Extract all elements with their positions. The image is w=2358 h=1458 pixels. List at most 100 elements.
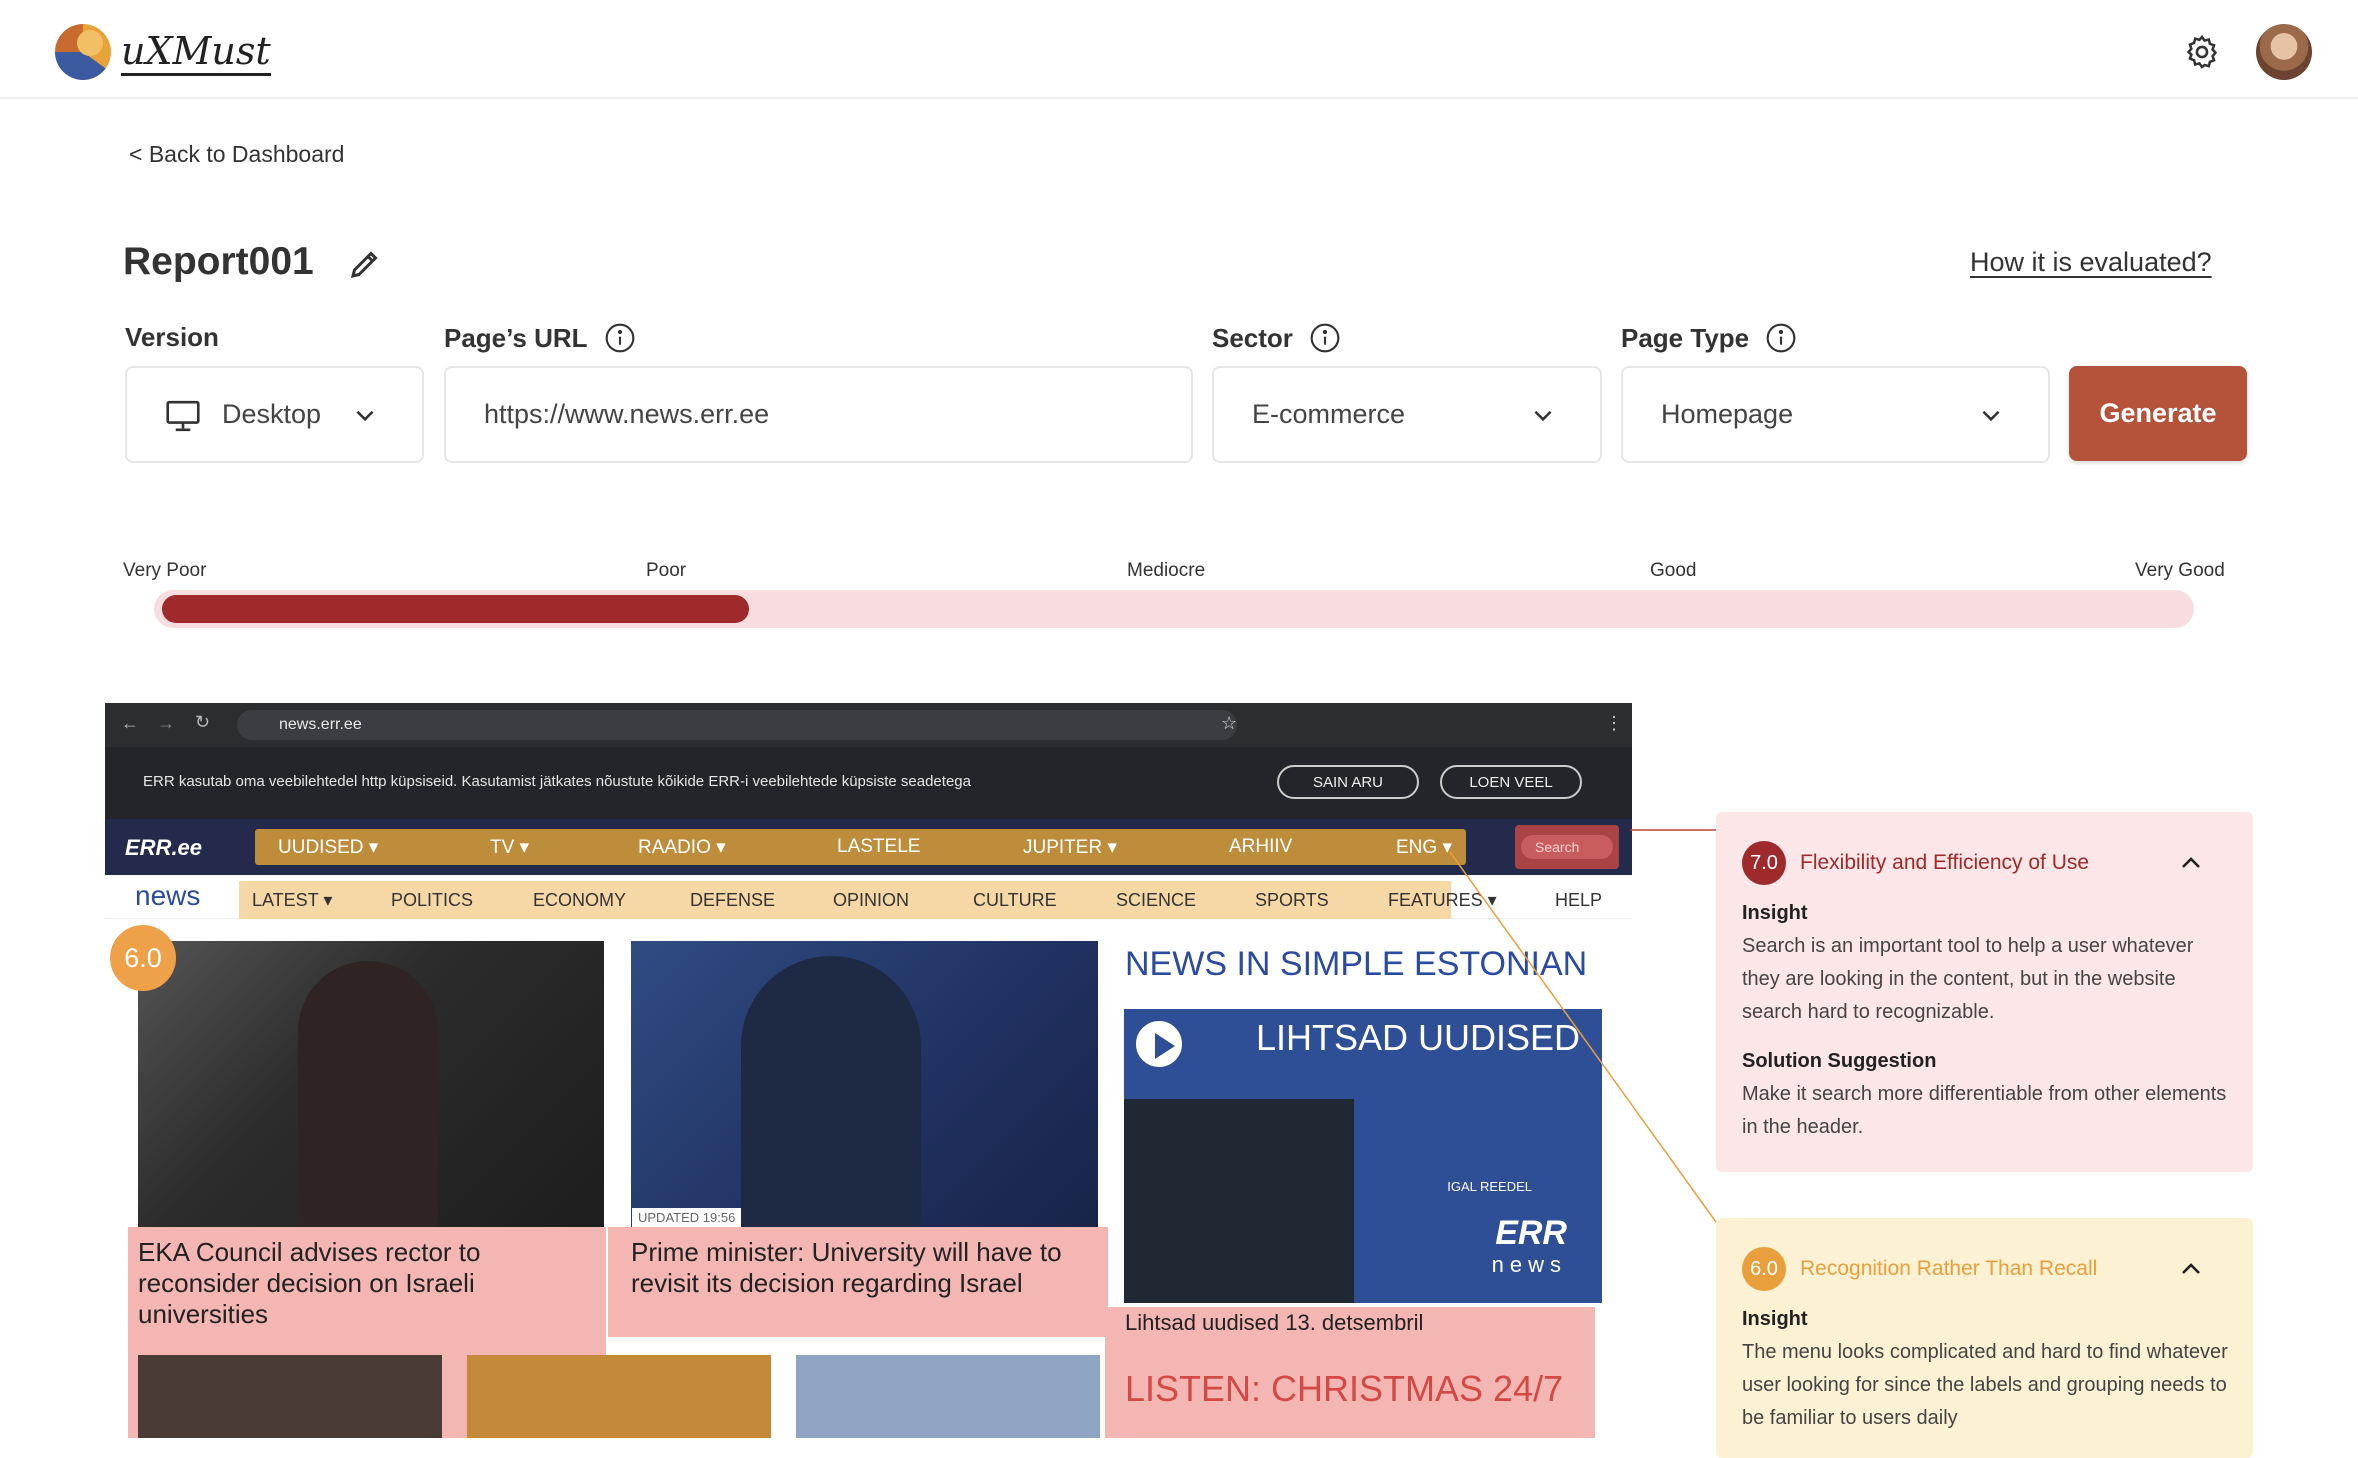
page-screenshot: ← → ↻ news.err.ee ☆ ⋮ ERR kasutab oma ve… xyxy=(105,703,1632,1438)
article-headline: EKA Council advises rector to reconsider… xyxy=(138,1237,481,1329)
sub-menu-item: LATEST ▾ xyxy=(252,890,333,910)
sub-menu-item: HELP xyxy=(1555,890,1603,910)
video-author: IGAL REEDEL xyxy=(1447,1179,1532,1194)
err-menu-item: RAADIO ▾ xyxy=(638,837,726,858)
sub-menu-item: OPINION xyxy=(833,890,910,910)
sub-menu-item: CULTURE xyxy=(973,890,1057,910)
version-label: Version xyxy=(125,322,219,353)
sub-menu-item: ECONOMY xyxy=(533,890,627,910)
err-menu-item: JUPITER ▾ xyxy=(1023,837,1117,858)
err-logo: ERR.ee xyxy=(125,835,203,860)
sector-select[interactable]: E-commerce xyxy=(1212,366,1602,463)
sub-menu-item: SCIENCE xyxy=(1116,890,1197,910)
err-menu-item: TV ▾ xyxy=(490,837,530,858)
err-search-highlight: Search xyxy=(1515,825,1619,869)
err-search-box: Search xyxy=(1521,835,1613,859)
info-icon[interactable] xyxy=(1309,322,1341,354)
insight-label: Insight xyxy=(1742,1308,1808,1330)
pagetype-select[interactable]: Homepage xyxy=(1621,366,2050,463)
news-logo: news xyxy=(135,880,201,911)
pagetype-label-text: Page Type xyxy=(1621,322,1750,353)
url-label-text: Page’s URL xyxy=(444,322,588,353)
avatar[interactable] xyxy=(2256,24,2312,80)
chevron-down-icon xyxy=(356,410,374,422)
sub-menu-item: SPORTS xyxy=(1255,890,1329,910)
kebab-icon: ⋮ xyxy=(1605,713,1623,733)
card-title: Flexibility and Efficiency of Use xyxy=(1800,851,2090,874)
url-label: Page’s URL xyxy=(444,322,636,354)
video-sub: news xyxy=(1491,1252,1567,1277)
play-icon xyxy=(1132,1017,1186,1071)
forward-arrow-icon: → xyxy=(157,713,175,733)
article-photo xyxy=(138,941,604,1233)
pagetype-label: Page Type xyxy=(1621,322,1797,354)
cookie-banner: ERR kasutab oma veebilehtedel http küpsi… xyxy=(105,747,1632,819)
insight-label: Insight xyxy=(1742,902,1808,924)
chevron-up-icon[interactable] xyxy=(2179,1258,2203,1278)
version-select[interactable]: Desktop xyxy=(125,366,424,463)
sub-menu-item: FEATURES ▾ xyxy=(1388,890,1497,910)
sub-menu-item: POLITICS xyxy=(391,890,474,910)
chevron-up-icon[interactable] xyxy=(2179,852,2203,872)
star-icon: ☆ xyxy=(1221,713,1238,733)
card-header[interactable]: 6.0 Recognition Rather Than Recall xyxy=(1742,1247,2097,1291)
how-evaluated-link[interactable]: How it is evaluated? xyxy=(1970,247,2212,278)
updated-tag: UPDATED 19:56 xyxy=(632,1208,742,1227)
article-photo xyxy=(631,941,1098,1233)
cookie-accept-button: SAIN ARU xyxy=(1277,765,1419,799)
rating-track xyxy=(154,590,2194,628)
err-menu-item: ENG ▾ xyxy=(1396,837,1452,858)
url-input[interactable]: https://www.news.err.ee xyxy=(444,366,1193,463)
generate-button[interactable]: Generate xyxy=(2069,366,2247,461)
cookie-more-button: LOEN VEEL xyxy=(1440,765,1582,799)
card-title: Recognition Rather Than Recall xyxy=(1800,1257,2098,1280)
url-value: https://www.news.err.ee xyxy=(484,399,770,429)
err-main-nav: ERR.ee UUDISED ▾ TV ▾ RAADIO ▾ LASTELE J… xyxy=(105,819,1632,875)
card-score: 6.0 xyxy=(1742,1247,1786,1291)
sector-label: Sector xyxy=(1212,322,1341,354)
gear-icon[interactable] xyxy=(2183,33,2221,71)
version-value: Desktop xyxy=(222,399,322,429)
thumbnail xyxy=(796,1355,1100,1438)
scale-label-good: Good xyxy=(1650,560,1697,581)
back-arrow-icon: ← xyxy=(121,713,139,733)
top-bar: uXMust xyxy=(0,0,2358,99)
pagetype-value: Homepage xyxy=(1661,399,1794,429)
thumbnail xyxy=(138,1355,442,1438)
article-headline: Prime minister: University will have to … xyxy=(631,1237,1062,1298)
pencil-icon[interactable] xyxy=(347,246,383,282)
page-title: Report001 xyxy=(123,240,314,283)
logo[interactable]: uXMust xyxy=(55,24,271,80)
solution-text: Make it search more differentiable from … xyxy=(1742,1083,2227,1138)
browser-toolbar: ← → ↻ news.err.ee ☆ ⋮ xyxy=(105,703,1632,747)
info-icon[interactable] xyxy=(1765,322,1797,354)
info-icon[interactable] xyxy=(604,322,636,354)
monitor-icon xyxy=(166,400,200,432)
video-thumbnail: LIHTSAD UUDISED IGAL REEDEL ERR news xyxy=(1124,1009,1602,1303)
scale-label-very-good: Very Good xyxy=(2135,560,2225,581)
logo-text: uXMust xyxy=(121,29,271,76)
err-menu-item: ARHIIV xyxy=(1229,836,1293,857)
insight-text: Search is an important tool to help a us… xyxy=(1742,935,2194,1023)
score-badge[interactable]: 6.0 xyxy=(110,925,176,991)
video-caption: Lihtsad uudised 13. detsembril xyxy=(1125,1310,1424,1335)
chevron-down-icon xyxy=(1534,410,1552,422)
studio-image xyxy=(1124,1099,1354,1303)
logo-mark-icon xyxy=(55,24,111,80)
news-sub-nav: news LATEST ▾ POLITICS ECONOMY DEFENSE O… xyxy=(105,875,1632,919)
err-menu-item: UUDISED ▾ xyxy=(278,837,379,858)
listen-heading: LISTEN: CHRISTMAS 24/7 xyxy=(1125,1368,1564,1409)
cookie-text: ERR kasutab oma veebilehtedel http küpsi… xyxy=(143,773,971,790)
rating-fill xyxy=(162,595,749,623)
err-menu-item: LASTELE xyxy=(837,836,921,857)
sector-value: E-commerce xyxy=(1252,399,1406,429)
video-title: LIHTSAD UUDISED xyxy=(1255,1017,1580,1058)
heuristic-card: 6.0 Recognition Rather Than Recall Insig… xyxy=(1716,1218,2253,1458)
solution-label: Solution Suggestion xyxy=(1742,1050,1937,1072)
chevron-down-icon xyxy=(1982,410,2000,422)
simple-estonian-heading: NEWS IN SIMPLE ESTONIAN xyxy=(1125,945,1588,983)
scale-label-very-poor: Very Poor xyxy=(123,560,207,581)
card-header[interactable]: 7.0 Flexibility and Efficiency of Use xyxy=(1742,841,2089,885)
back-to-dashboard-link[interactable]: < Back to Dashboard xyxy=(129,141,344,168)
version-label-text: Version xyxy=(125,322,219,352)
